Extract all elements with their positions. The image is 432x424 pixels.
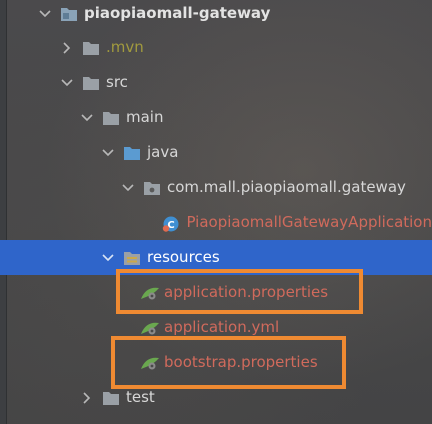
tree-item-java[interactable]: java [0, 135, 432, 170]
tree-item-mvn[interactable]: .mvn [0, 30, 432, 65]
folder-icon [102, 390, 120, 406]
chevron-down-icon[interactable] [101, 251, 115, 265]
tree-item-label: PiaopiaomallGatewayApplication [186, 213, 432, 231]
spring-config-file-icon [140, 320, 159, 336]
tree-item-label: main [126, 108, 164, 126]
chevron-down-icon[interactable] [121, 181, 135, 195]
folder-icon [82, 40, 100, 56]
spring-boot-class-icon: C [162, 215, 180, 232]
tree-item-label: com.mall.piaopiaomall.gateway [167, 178, 406, 196]
chevron-right-icon[interactable] [80, 391, 94, 405]
source-folder-icon [123, 145, 141, 161]
package-icon [143, 180, 161, 196]
tree-item-application-class[interactable]: C PiaopiaomallGatewayApplication [0, 205, 432, 240]
tree-item-label: src [106, 73, 128, 91]
highlight-box-bootstrap-properties [111, 336, 346, 389]
tree-item-package[interactable]: com.mall.piaopiaomall.gateway [0, 170, 432, 205]
tree-item-label: piaopiaomall-gateway [84, 4, 271, 22]
folder-icon [82, 75, 100, 91]
chevron-down-icon[interactable] [60, 76, 74, 90]
chevron-down-icon[interactable] [80, 111, 94, 125]
chevron-right-icon[interactable] [60, 41, 74, 55]
resources-folder-icon [123, 250, 141, 266]
tree-item-project[interactable]: piaopiaomall-gateway [0, 0, 432, 31]
module-folder-icon [60, 6, 78, 22]
chevron-down-icon[interactable] [38, 7, 52, 21]
tree-item-main[interactable]: main [0, 100, 432, 135]
chevron-down-icon[interactable] [101, 146, 115, 160]
tree-item-label: .mvn [106, 38, 144, 56]
tree-item-src[interactable]: src [0, 65, 432, 100]
highlight-box-application-properties [116, 269, 363, 314]
tree-item-label: java [147, 143, 179, 161]
folder-icon [102, 110, 120, 126]
